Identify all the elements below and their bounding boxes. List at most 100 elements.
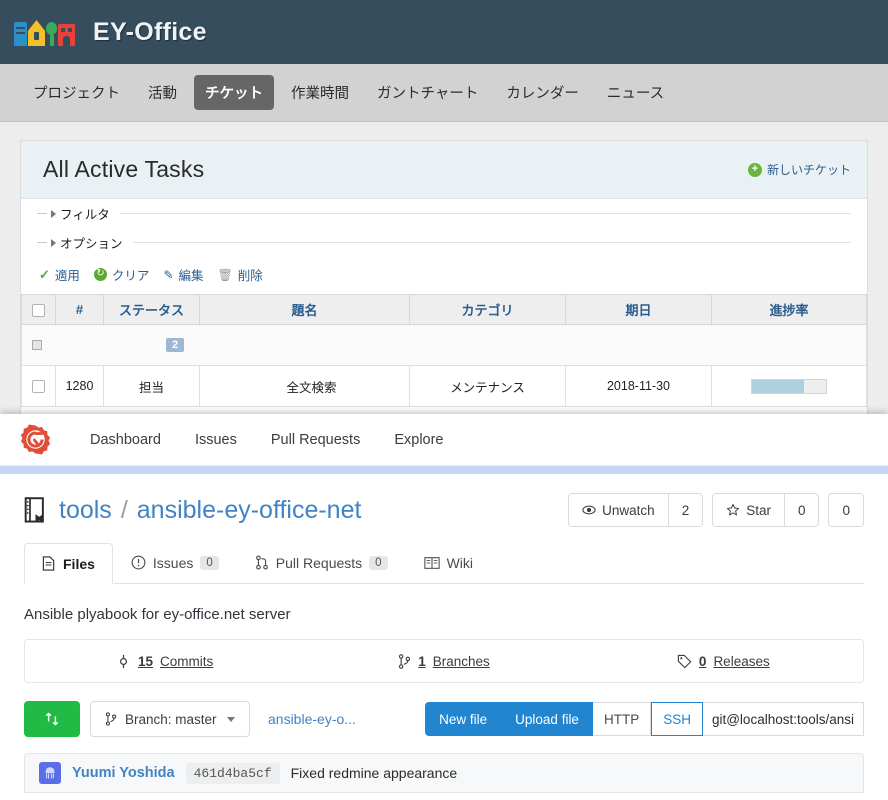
compare-icon	[45, 712, 59, 726]
ticket-actions-toolbar: ✓ 適用 ↻ クリア ✎ 編集 🗑 削除	[21, 257, 867, 294]
star-button[interactable]: Star	[713, 494, 784, 526]
gitea-main-nav: Dashboard Issues Pull Requests Explore	[0, 414, 888, 466]
clear-button[interactable]: ↻ クリア	[93, 265, 150, 284]
delete-button[interactable]: 🗑 削除	[218, 265, 263, 284]
select-all-checkbox[interactable]	[32, 304, 45, 318]
new-file-button[interactable]: New file	[425, 702, 502, 736]
watch-button-group[interactable]: Unwatch 2	[568, 493, 704, 527]
unwatch-button[interactable]: Unwatch	[569, 494, 668, 526]
watch-count[interactable]: 2	[667, 494, 703, 526]
branches-label: Branches	[432, 653, 490, 669]
divider-line	[119, 213, 851, 214]
leading-dash	[37, 242, 47, 243]
column-header-progress[interactable]: 進捗率	[711, 294, 867, 325]
column-header-category[interactable]: カテゴリ	[409, 294, 566, 325]
group-name-redacted	[50, 340, 158, 351]
gitea-nav-explore[interactable]: Explore	[377, 432, 460, 448]
pencil-icon: ✎	[163, 267, 174, 282]
table-row[interactable]: 1280 担当 全文検索 メンテナンス 2018-11-30	[21, 365, 867, 407]
commit-message[interactable]: Fixed redmine appearance	[291, 765, 458, 781]
nav-item-news[interactable]: ニュース	[596, 75, 675, 110]
fork-count[interactable]: 0	[829, 494, 863, 526]
commit-hash[interactable]: 461d4ba5cf	[185, 762, 280, 784]
stat-commits[interactable]: 15 Commits	[25, 654, 304, 669]
repo-owner-link[interactable]: tools	[59, 496, 112, 525]
gitea-nav-issues[interactable]: Issues	[178, 432, 254, 448]
tickets-card: All Active Tasks + 新しいチケット フィルタ オプション ✓ …	[20, 140, 868, 420]
clone-area: New file Upload file HTTP SSH git@localh…	[425, 702, 864, 736]
nav-item-calendar[interactable]: カレンダー	[495, 75, 590, 110]
collapsible-sections: フィルタ オプション	[21, 199, 867, 257]
unwatch-label: Unwatch	[602, 502, 655, 518]
column-header-subject[interactable]: 題名	[199, 294, 410, 325]
upload-file-button[interactable]: Upload file	[501, 702, 593, 736]
nav-item-activity[interactable]: 活動	[137, 75, 188, 110]
tab-pull-requests[interactable]: Pull Requests 0	[237, 542, 406, 583]
compare-button[interactable]	[24, 701, 80, 737]
tickets-table: # ステータス 題名 カテゴリ 期日 進捗率 2 1280 担当 全文検索 メン…	[21, 294, 867, 407]
nav-item-gantt[interactable]: ガントチャート	[366, 75, 489, 110]
leading-dash	[37, 213, 47, 214]
file-icon	[42, 556, 55, 571]
gitea-gear-icon[interactable]	[20, 424, 51, 455]
nav-item-tickets[interactable]: チケット	[194, 75, 274, 110]
delete-label: 削除	[237, 269, 263, 283]
cell-due-date: 2018-11-30	[565, 365, 712, 407]
repo-name-link[interactable]: ansible-ey-office-net	[137, 496, 362, 525]
row-checkbox[interactable]	[32, 380, 45, 394]
user-avatar[interactable]	[39, 762, 61, 784]
edit-label: 編集	[178, 269, 204, 283]
tab-issues-label: Issues	[152, 554, 194, 571]
gitea-nav-dashboard[interactable]: Dashboard	[73, 432, 178, 448]
protocol-ssh-button[interactable]: SSH	[651, 702, 703, 736]
group-row-cell: 2	[21, 324, 867, 366]
row-select-cell[interactable]	[21, 365, 56, 407]
tab-files-label: Files	[63, 555, 95, 572]
redmine-header: EY-Office	[0, 0, 888, 64]
edit-button[interactable]: ✎ 編集	[163, 265, 203, 284]
file-toolbar: Branch: master ansible-ey-o... New file …	[24, 701, 864, 737]
branch-icon	[399, 653, 411, 669]
avatar-glyph-icon	[45, 767, 55, 779]
repo-action-buttons: Unwatch 2 Star 0 0	[568, 493, 864, 527]
cell-subject[interactable]: 全文検索	[199, 365, 410, 407]
progress-bar	[751, 378, 827, 394]
star-label: Star	[746, 502, 771, 518]
protocol-http-button[interactable]: HTTP	[592, 702, 652, 736]
nav-item-projects[interactable]: プロジェクト	[22, 75, 131, 110]
cell-id[interactable]: 1280	[55, 365, 104, 407]
column-header-due-date[interactable]: 期日	[565, 294, 712, 325]
new-ticket-link[interactable]: + 新しいチケット	[747, 161, 851, 178]
group-count-badge: 2	[166, 338, 185, 352]
stat-branches[interactable]: 1 Branches	[304, 654, 583, 669]
branch-selector[interactable]: Branch: master	[90, 701, 250, 737]
filter-section-toggle[interactable]: フィルタ	[37, 199, 851, 228]
apply-button[interactable]: ✓ 適用	[39, 265, 80, 284]
commit-author-link[interactable]: Yuumi Yoshida	[72, 765, 175, 781]
group-collapse-icon[interactable]	[32, 340, 42, 350]
clear-label: クリア	[111, 269, 150, 283]
latest-commit-row: Yuumi Yoshida 461d4ba5cf Fixed redmine a…	[24, 753, 864, 793]
book-icon	[423, 556, 440, 569]
divider-line	[132, 242, 851, 243]
star-button-group[interactable]: Star 0	[712, 493, 820, 527]
clone-url-input[interactable]: git@localhost:tools/ansi	[702, 702, 864, 736]
options-section-toggle[interactable]: オプション	[37, 228, 851, 257]
star-count[interactable]: 0	[783, 494, 819, 526]
column-header-id[interactable]: #	[55, 294, 104, 325]
gitea-nav-pull-requests[interactable]: Pull Requests	[254, 432, 377, 448]
tab-pull-requests-label: Pull Requests	[275, 554, 363, 571]
nav-item-spent-time[interactable]: 作業時間	[280, 75, 360, 110]
fork-button-group[interactable]: 0	[828, 493, 864, 527]
tab-files[interactable]: Files	[24, 543, 113, 584]
redmine-main-nav: プロジェクト 活動 チケット 作業時間 ガントチャート カレンダー ニュース	[0, 64, 888, 122]
stat-releases[interactable]: 0 Releases	[584, 654, 863, 669]
apply-label: 適用	[54, 269, 80, 283]
select-all-header[interactable]	[21, 294, 56, 325]
column-header-status[interactable]: ステータス	[103, 294, 200, 325]
tab-issues[interactable]: Issues 0	[113, 542, 237, 583]
table-group-row[interactable]: 2	[21, 324, 867, 366]
tab-wiki[interactable]: Wiki	[406, 542, 491, 583]
app-brand-title: EY-Office	[93, 17, 207, 46]
path-breadcrumb[interactable]: ansible-ey-o...	[268, 711, 356, 727]
